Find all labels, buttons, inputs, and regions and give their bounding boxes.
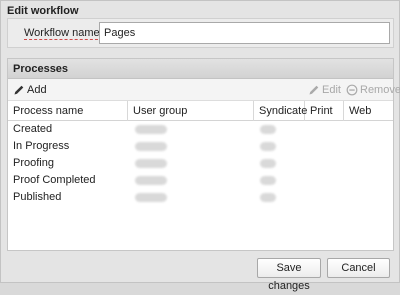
user-group-cell [135,125,167,134]
workflow-name-panel: Workflow name: [7,18,394,48]
remove-button[interactable]: Remove [346,82,400,98]
edit-button-label: Edit [322,84,341,96]
table-row[interactable]: Proofing [8,155,393,172]
processes-header: Processes [8,59,393,79]
user-group-cell [135,193,167,202]
syndicate-cell [260,125,276,134]
process-name-cell: Published [13,191,62,203]
add-button-label: Add [27,84,47,96]
pencil-icon [309,85,319,95]
column-header-print[interactable]: Print [305,101,344,121]
column-header-process-name[interactable]: Process name [8,101,128,121]
syndicate-cell [260,176,276,185]
table-row[interactable]: Published [8,189,393,206]
syndicate-cell [260,142,276,151]
process-name-cell: Proofing [13,157,54,169]
processes-title: Processes [13,63,69,75]
remove-button-label: Remove [360,84,400,96]
edit-button[interactable]: Edit [308,82,341,98]
edit-workflow-dialog: Edit workflow Workflow name: Processes A… [0,0,400,292]
table-row[interactable]: In Progress [8,138,393,155]
user-group-cell [135,176,167,185]
table-row[interactable]: Created [8,121,393,138]
process-name-cell: Proof Completed [13,174,96,186]
cancel-button[interactable]: Cancel [327,258,390,278]
table-scroll-edge [391,121,392,249]
column-header-web[interactable]: Web [344,101,393,121]
column-header-user-group[interactable]: User group [128,101,254,121]
add-button[interactable]: Add [13,82,47,98]
processes-toolbar: Add Edit Remove [8,79,400,101]
save-changes-button[interactable]: Save changes [257,258,321,292]
column-header-syndicate[interactable]: Syndicate [254,101,307,121]
processes-panel: Processes Add Edit Remove Process name U… [7,58,400,251]
table-row[interactable]: Proof Completed [8,172,393,189]
minus-circle-icon [346,84,358,96]
pencil-icon [14,85,24,95]
user-group-cell [135,142,167,151]
dialog-title: Edit workflow [7,5,79,17]
process-name-cell: In Progress [13,140,70,152]
process-name-cell: Created [13,123,53,135]
process-table-header: Process name User group Syndicate Print … [8,101,393,121]
syndicate-cell [260,159,276,168]
workflow-name-label: Workflow name: [24,27,103,40]
workflow-name-input[interactable] [99,22,390,44]
user-group-cell [135,159,167,168]
syndicate-cell [260,193,276,202]
